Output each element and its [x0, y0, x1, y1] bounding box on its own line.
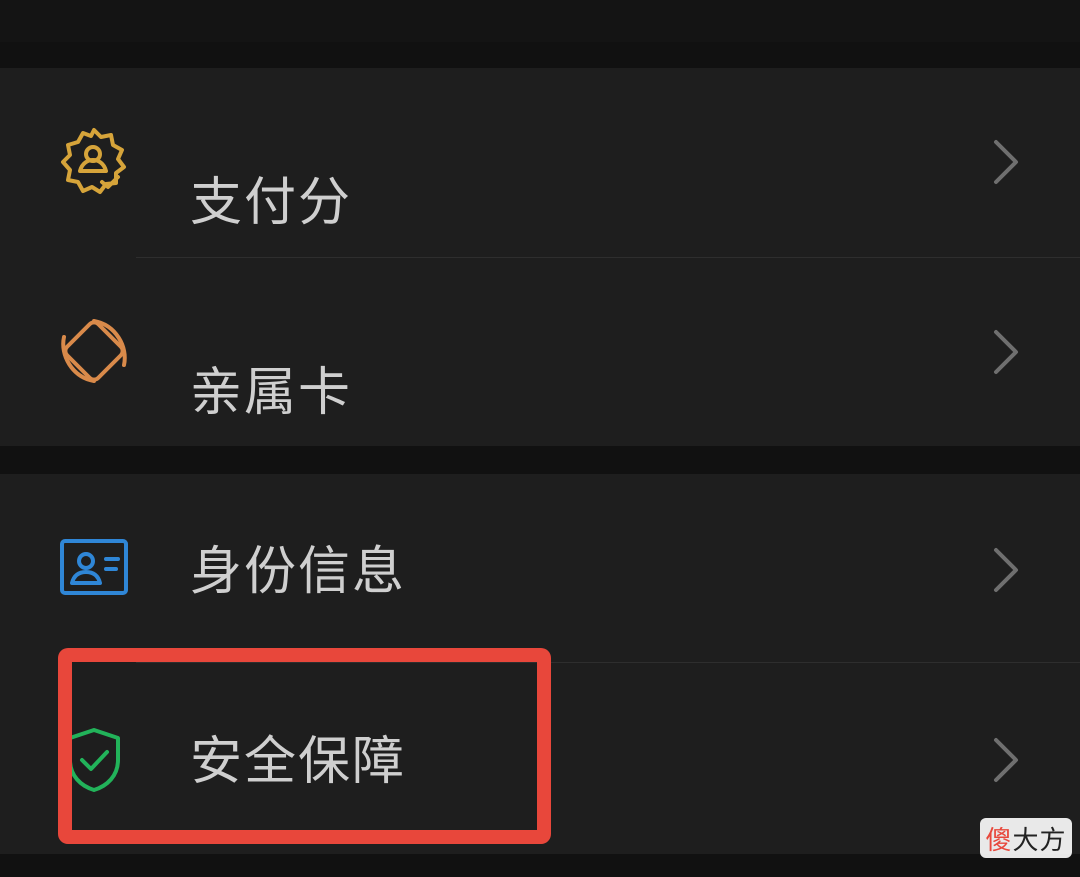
chevron-right-icon — [988, 328, 1024, 376]
watermark-text: 大方 — [1012, 825, 1067, 856]
watermark-logo: 傻大方 — [980, 818, 1072, 858]
badge-person-icon — [58, 126, 130, 198]
menu-group-2: 身份信息 安全保障 — [0, 474, 1080, 854]
menu-item-family-card[interactable]: 亲属卡 — [0, 258, 1080, 447]
menu-item-security[interactable]: 安全保障 — [0, 664, 1080, 853]
watermark-char: 傻 — [985, 825, 1013, 856]
menu-item-identity-info[interactable]: 身份信息 — [0, 474, 1080, 663]
menu-item-label: 身份信息 — [190, 542, 407, 602]
family-card-icon — [58, 315, 130, 387]
top-bar — [0, 0, 1080, 42]
chevron-right-icon — [988, 138, 1024, 186]
menu-group-1: 支付分 亲属卡 — [0, 68, 1080, 446]
shield-check-icon — [58, 724, 130, 796]
menu-item-label: 安全保障 — [190, 732, 407, 792]
menu-item-payment-score[interactable]: 支付分 — [0, 68, 1080, 257]
id-card-icon — [58, 531, 130, 603]
menu-item-label: 支付分 — [190, 173, 353, 233]
menu-item-label: 亲属卡 — [190, 363, 353, 423]
chevron-right-icon — [988, 736, 1024, 784]
chevron-right-icon — [988, 546, 1024, 594]
divider — [136, 662, 1080, 663]
